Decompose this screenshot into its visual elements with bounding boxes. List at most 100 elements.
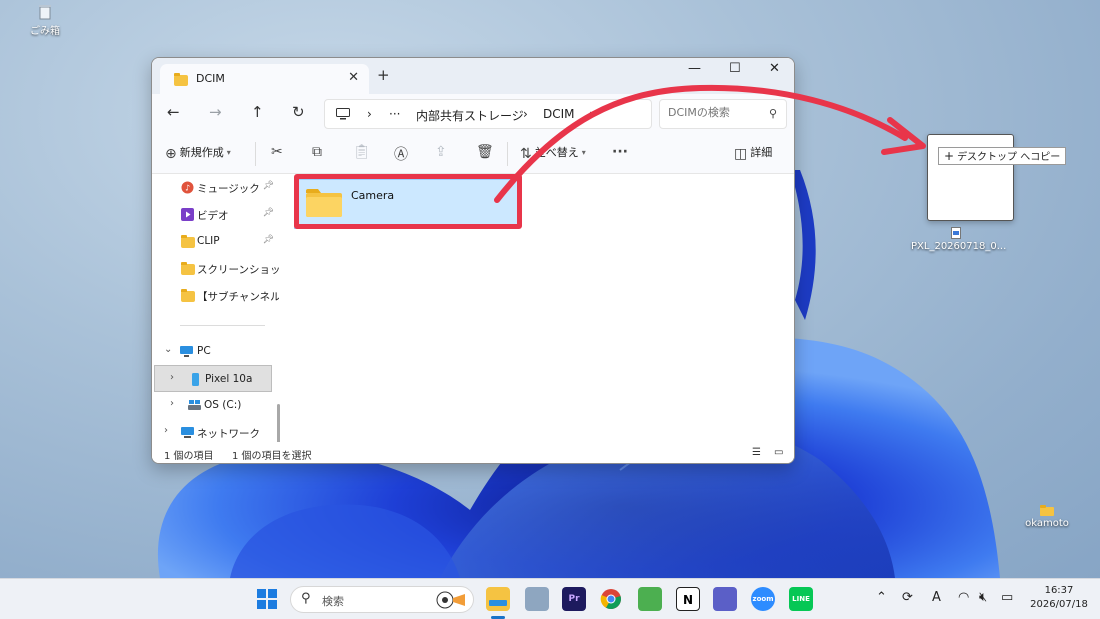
clipboard-icon: 📋︎ bbox=[353, 144, 371, 160]
chevron-right-icon[interactable]: › bbox=[170, 398, 174, 409]
breadcrumb-internal-storage[interactable]: 内部共有ストレージ bbox=[416, 107, 524, 124]
phone-icon bbox=[192, 373, 199, 386]
delete-button[interactable]: 🗑︎ bbox=[476, 144, 494, 160]
details-button[interactable]: ◫ 詳細 bbox=[734, 144, 772, 162]
monitor-icon bbox=[180, 346, 193, 357]
greenshot-taskbar-icon[interactable] bbox=[638, 587, 662, 611]
copy-icon: ⧉ bbox=[312, 144, 322, 160]
chevron-up-icon[interactable]: ⌃ bbox=[876, 590, 887, 605]
rename-button[interactable]: Ⓐ bbox=[394, 144, 408, 164]
sidebar-item-label: 【サブチャンネル素材 bbox=[197, 291, 279, 303]
tab-close-button[interactable]: ✕ bbox=[348, 70, 359, 85]
ime-icon[interactable]: A bbox=[932, 590, 941, 605]
details-button-label: 詳細 bbox=[750, 146, 773, 159]
recycle-bin-shortcut[interactable]: ごみ箱 bbox=[0, 4, 90, 37]
sidebar-scrollbar[interactable] bbox=[277, 404, 280, 442]
toolbar-divider bbox=[255, 142, 256, 166]
sidebar-item-network[interactable]: › ネットワーク bbox=[152, 419, 279, 442]
pin-icon: 📌︎ bbox=[262, 208, 274, 218]
address-overflow-button[interactable]: ··· bbox=[389, 107, 400, 121]
copy-tooltip: + デスクトップ へコピー bbox=[938, 147, 1067, 165]
okamoto-folder-label: okamoto bbox=[1025, 518, 1069, 529]
photos-taskbar-icon[interactable] bbox=[525, 587, 549, 611]
share-icon: ⇪ bbox=[435, 144, 447, 160]
new-button[interactable]: ⊕ 新規作成 ▾ bbox=[165, 144, 231, 162]
highlight-box bbox=[294, 174, 522, 229]
scissors-icon: ✂ bbox=[271, 144, 283, 160]
share-button[interactable]: ⇪ bbox=[435, 144, 447, 160]
refresh-button[interactable]: ↻ bbox=[292, 103, 305, 121]
tab-dcim[interactable]: DCIM ✕ bbox=[160, 64, 369, 94]
maximize-button[interactable]: ☐ bbox=[729, 61, 741, 76]
sidebar-item-label: ミュージック bbox=[197, 183, 260, 195]
sidebar-item-pixel[interactable]: › Pixel 10a bbox=[154, 365, 272, 392]
sort-button[interactable]: ⇅ 並べ替え ▾ bbox=[520, 144, 586, 162]
tiles-view-icon[interactable]: ▭ bbox=[774, 447, 783, 458]
up-button[interactable]: ↑ bbox=[251, 103, 264, 121]
sidebar-item-video[interactable]: ビデオ 📌︎ bbox=[152, 201, 279, 228]
back-button[interactable]: ← bbox=[167, 103, 180, 121]
sidebar-item-subchannel[interactable]: 【サブチャンネル素材 bbox=[152, 282, 279, 309]
chrome-taskbar-icon[interactable] bbox=[600, 588, 622, 610]
network-icon bbox=[181, 427, 194, 438]
chevron-down-icon[interactable]: ⌄ bbox=[164, 344, 172, 355]
address-separator: › bbox=[589, 107, 594, 121]
sort-icon: ⇅ bbox=[520, 146, 532, 162]
zoom-taskbar-icon[interactable]: zoom bbox=[751, 587, 775, 611]
copy-tooltip-label: デスクトップ へコピー bbox=[957, 152, 1061, 163]
title-bar: DCIM ✕ + — ☐ ✕ bbox=[152, 58, 794, 94]
dragged-file-shortcut[interactable]: PXL_20260718_0... bbox=[911, 227, 1006, 252]
cut-button[interactable]: ✂ bbox=[271, 144, 283, 160]
search-box[interactable]: ⚲ bbox=[659, 99, 787, 129]
sidebar-item-pc[interactable]: ⌄ PC bbox=[152, 338, 279, 365]
folder-icon bbox=[1040, 505, 1054, 516]
close-window-button[interactable]: ✕ bbox=[769, 61, 780, 76]
plus-icon: + bbox=[944, 149, 955, 163]
premiere-taskbar-icon[interactable]: Pr bbox=[562, 587, 586, 611]
sidebar-item-clip[interactable]: CLIP 📌︎ bbox=[152, 228, 279, 255]
battery-icon[interactable]: ▭ bbox=[1001, 590, 1013, 605]
chevron-right-icon[interactable]: › bbox=[164, 425, 168, 436]
pin-icon: 📌︎ bbox=[262, 181, 274, 191]
taskbar-search[interactable]: ⚲ 検索 bbox=[290, 586, 474, 613]
wifi-icon[interactable]: ◠ bbox=[958, 590, 969, 605]
new-tab-button[interactable]: + bbox=[377, 66, 390, 84]
minimize-button[interactable]: — bbox=[688, 61, 701, 76]
breadcrumb-dcim[interactable]: DCIM bbox=[543, 107, 575, 121]
sidebar-item-music[interactable]: ♪ ミュージック 📌︎ bbox=[152, 174, 279, 201]
copy-button[interactable]: ⧉ bbox=[312, 144, 322, 160]
recycle-bin-label: ごみ箱 bbox=[30, 26, 60, 37]
taskbar-search-label: 検索 bbox=[322, 595, 344, 608]
sidebar-item-label: OS (C:) bbox=[204, 399, 242, 411]
sidebar-item-screenshots[interactable]: スクリーンショット bbox=[152, 255, 279, 282]
sidebar-item-label: ネットワーク bbox=[197, 428, 260, 440]
sort-button-label: 並べ替え bbox=[534, 146, 579, 159]
windows-start-icon[interactable] bbox=[257, 589, 277, 609]
file-explorer-taskbar-icon[interactable] bbox=[486, 587, 510, 611]
search-icon: ⚲ bbox=[301, 591, 311, 606]
sync-icon[interactable]: ⟳ bbox=[902, 590, 913, 605]
video-icon bbox=[181, 208, 194, 221]
sidebar-item-os-c[interactable]: › OS (C:) bbox=[152, 392, 279, 419]
details-view-icon[interactable]: ☰ bbox=[752, 447, 761, 458]
forward-button[interactable]: → bbox=[209, 103, 222, 121]
paste-button[interactable]: 📋︎ bbox=[353, 144, 371, 160]
more-options-button[interactable]: ··· bbox=[612, 144, 628, 160]
address-bar[interactable]: › ··· 内部共有ストレージ › DCIM › bbox=[324, 99, 652, 129]
folder-icon bbox=[181, 289, 195, 302]
plus-circle-icon: ⊕ bbox=[165, 146, 177, 162]
teams-taskbar-icon[interactable] bbox=[713, 587, 737, 611]
okamoto-folder-shortcut[interactable]: okamoto bbox=[1002, 505, 1092, 529]
address-separator: › bbox=[367, 107, 372, 121]
chevron-down-icon: ▾ bbox=[581, 148, 586, 157]
chevron-down-icon: ▾ bbox=[226, 148, 231, 157]
notion-taskbar-icon[interactable]: N bbox=[676, 587, 700, 611]
pin-icon: 📌︎ bbox=[262, 235, 274, 245]
clock[interactable]: 16:37 2026/07/18 bbox=[1030, 584, 1088, 612]
chevron-right-icon[interactable]: › bbox=[170, 372, 174, 383]
sidebar-item-label: CLIP bbox=[197, 235, 220, 247]
line-taskbar-icon[interactable]: LINE bbox=[789, 587, 813, 611]
navigation-pane: ♪ ミュージック 📌︎ ビデオ 📌︎ CLIP 📌︎ スクリーンショット 【サブ… bbox=[152, 174, 285, 442]
search-input[interactable] bbox=[668, 106, 758, 119]
speaker-muted-icon[interactable]: 🔇︎ bbox=[979, 590, 987, 605]
